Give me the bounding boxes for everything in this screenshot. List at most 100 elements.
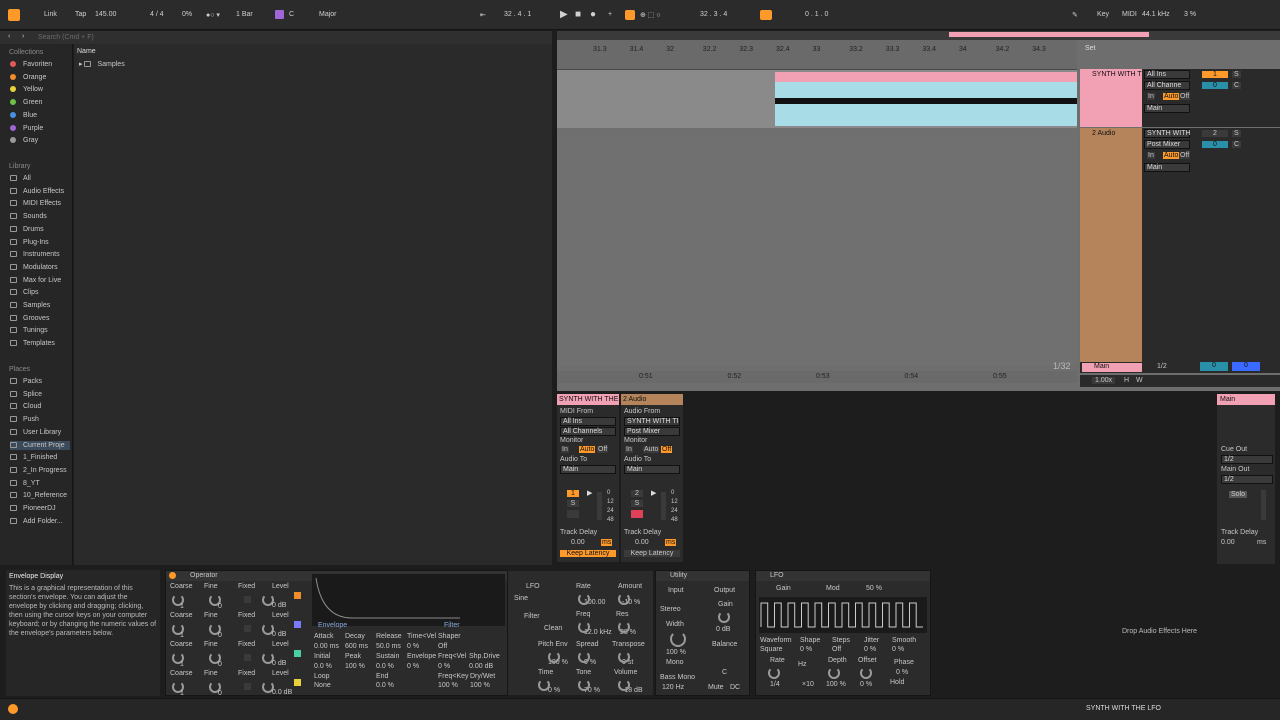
utility-bass-mono[interactable]: Bass Mono (660, 674, 695, 681)
mixer-arm-icon[interactable] (567, 510, 579, 518)
place-item[interactable]: Packs (10, 377, 42, 386)
place-item[interactable]: User Library (10, 428, 61, 437)
beat-ruler[interactable]: 31.3 31.4 32 32.2 32.3 32.4 33 33.2 33.3 33.4 34 34… (557, 40, 1077, 70)
track-output-select[interactable]: Main (1144, 163, 1190, 172)
monitor-off-button[interactable]: Off (1179, 152, 1191, 159)
env-end-val[interactable]: 0.0 % (376, 682, 394, 689)
env-param-value[interactable]: 100 % (345, 663, 365, 670)
utility-gain-val[interactable]: 0 dB (716, 626, 730, 633)
env-param-value[interactable]: 0 % (407, 643, 419, 650)
fixed-toggle[interactable] (244, 625, 251, 632)
mixer-track-number[interactable]: 1 (567, 490, 579, 497)
play-icon[interactable]: ▶ (560, 9, 568, 20)
keep-latency-button[interactable]: Keep Latency (560, 550, 616, 557)
place-item[interactable]: Add Folder... (10, 517, 63, 526)
solo-button[interactable]: Solo (1229, 491, 1248, 498)
quantize-select[interactable]: 1 Bar (236, 11, 253, 18)
env-param-value[interactable]: 0.0 % (314, 663, 332, 670)
fine-value[interactable]: 0 (218, 690, 222, 697)
mixer-solo[interactable]: S (631, 500, 643, 507)
place-item[interactable]: 1_Finished (10, 453, 57, 462)
op-knob[interactable] (538, 679, 550, 691)
w-toggle[interactable]: W (1136, 377, 1143, 384)
mixer-track-number[interactable]: 2 (631, 490, 643, 497)
main-delay-value[interactable]: 0.00 (1221, 539, 1235, 546)
record-icon[interactable]: ● (590, 9, 596, 20)
mixer-solo[interactable]: S (567, 500, 579, 507)
lfo-phase-val[interactable]: 0 % (896, 669, 908, 676)
utility-mode[interactable]: Stereo (660, 606, 681, 613)
track-delay-value[interactable]: 0.00 (571, 539, 585, 546)
level-value[interactable]: 0 dB (272, 660, 286, 667)
gain-knob[interactable] (718, 611, 730, 623)
level-value[interactable]: 0.0 dB (272, 689, 292, 696)
library-item[interactable]: Templates (10, 339, 55, 348)
envelope-tab[interactable]: Envelope (318, 622, 347, 629)
main-name[interactable]: Main (1082, 363, 1142, 372)
track-input-select[interactable]: All Ins (1144, 70, 1190, 79)
loop-length-field[interactable]: 0 . 1 . 0 (805, 11, 828, 18)
library-item[interactable]: All (10, 174, 31, 183)
solo-button[interactable]: S (1232, 130, 1241, 137)
op-filter-type[interactable]: Clean (544, 625, 562, 632)
monitor-in-button[interactable]: In (1147, 152, 1155, 159)
tempo-field[interactable]: 145.00 (95, 11, 116, 18)
op-time-val[interactable]: 0 % (548, 687, 560, 694)
library-item[interactable]: MIDI Effects (10, 199, 61, 208)
place-item[interactable]: Cloud (10, 402, 41, 411)
mixer-monitor-auto[interactable]: Auto (643, 446, 660, 453)
metronome-icon[interactable]: ●○ ▾ (206, 11, 220, 19)
osc-color-indicator[interactable] (294, 592, 301, 599)
link-button[interactable]: Link (44, 11, 57, 18)
pencil-icon[interactable]: ✎ (1072, 11, 1078, 19)
monitor-off-button[interactable]: Off (1179, 93, 1191, 100)
library-item[interactable]: Sounds (10, 212, 47, 221)
level-value[interactable]: 0 dB (272, 602, 286, 609)
fixed-toggle[interactable] (244, 683, 251, 690)
place-item[interactable]: Current Proje (10, 440, 70, 450)
utility-width-val[interactable]: 100 % (666, 649, 686, 656)
mixer-to-val[interactable]: Main (560, 465, 616, 474)
op-knob[interactable] (578, 593, 590, 605)
lfo-depth-val[interactable]: 100 % (826, 681, 846, 688)
drop-effects-area[interactable]: Drop Audio Effects Here (950, 570, 1280, 696)
set-button[interactable]: Set (1085, 45, 1096, 52)
name-column-header[interactable]: Name (77, 48, 96, 55)
env-param-value[interactable]: 0 % (407, 663, 419, 670)
osc-color-indicator[interactable] (294, 650, 301, 657)
collection-item[interactable]: Yellow (10, 85, 43, 94)
mixer-strip-title[interactable]: 2 Audio (621, 394, 683, 405)
collection-item[interactable]: Purple (10, 124, 43, 133)
track-pan[interactable]: C (1232, 82, 1242, 89)
track-volume[interactable]: 0 (1202, 82, 1228, 89)
cue-out-select[interactable]: 1/2 (1221, 455, 1273, 464)
op-knob[interactable] (618, 593, 630, 605)
loop-toggle-icon[interactable]: ⊕ ⬚ ○ (640, 11, 661, 19)
track-input-select[interactable]: SYNTH WITH (1144, 129, 1191, 138)
lfo-smooth-val[interactable]: 0 % (892, 646, 904, 653)
mixer-monitor-in[interactable]: In (625, 446, 633, 453)
lfo-waveform-val[interactable]: Square (760, 646, 783, 653)
key-root-select[interactable]: C (289, 11, 294, 18)
key-map-button[interactable]: Key (1097, 11, 1109, 18)
keep-latency-button[interactable]: Keep Latency (624, 550, 680, 557)
collection-item[interactable]: Blue (10, 111, 37, 120)
main-fraction[interactable]: 1/2 (1157, 363, 1167, 370)
op-knob[interactable] (618, 679, 630, 691)
level-value[interactable]: 0 dB (272, 631, 286, 638)
midi-clip[interactable] (775, 72, 1077, 126)
collection-item[interactable]: Gray (10, 136, 38, 145)
fine-value[interactable]: 0 (218, 632, 222, 639)
forward-icon[interactable]: › (22, 33, 24, 40)
library-item[interactable]: Max for Live (10, 276, 61, 285)
track-output-select[interactable]: Main (1144, 104, 1190, 113)
place-item[interactable]: 10_Reference (10, 491, 67, 500)
lfo-hz[interactable]: Hz (798, 661, 807, 668)
mixer-arm-icon[interactable] (631, 510, 643, 518)
place-item[interactable]: Push (10, 415, 39, 424)
mixer-channel[interactable]: Post Mixer (624, 427, 680, 436)
stop-icon[interactable]: ■ (575, 9, 581, 20)
lfo-gain[interactable]: Gain (776, 585, 791, 592)
env-loop-val[interactable]: None (314, 682, 331, 689)
osc-color-indicator[interactable] (294, 621, 301, 628)
